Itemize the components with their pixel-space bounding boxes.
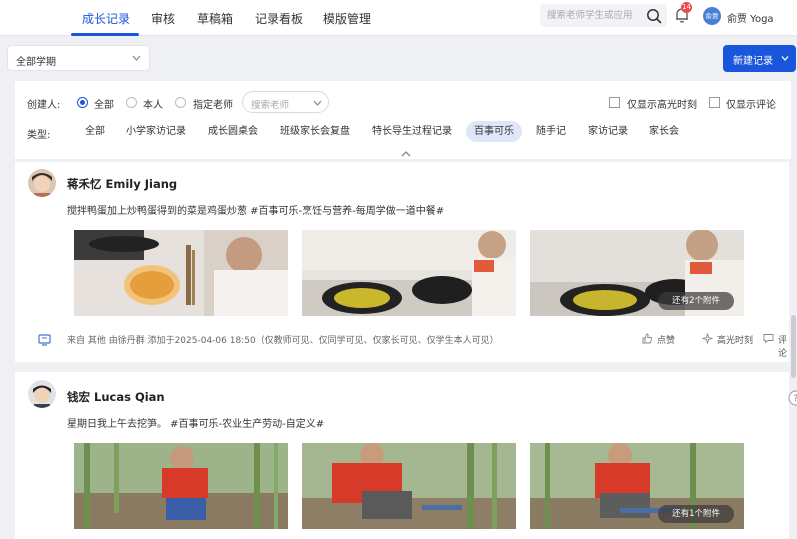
user-avatar[interactable]: 俞贾 <box>703 7 721 25</box>
term-select-value: 全部学期 <box>16 57 56 68</box>
student-name[interactable]: 钱宏 Lucas Qian <box>67 389 165 405</box>
tab-drafts[interactable]: 草稿箱 <box>197 10 233 27</box>
type-label: 类型: <box>27 130 51 141</box>
more-attachments-badge[interactable]: 还有2个附件 <box>658 292 734 310</box>
like-label: 点赞 <box>657 336 676 346</box>
type-tag-talent-mentor-record[interactable]: 特长导生过程记录 <box>372 121 452 142</box>
type-tag-growth-roundtable[interactable]: 成长圆桌会 <box>208 121 258 142</box>
record-photo[interactable] <box>74 230 288 316</box>
global-search-input[interactable] <box>547 8 642 23</box>
highlight-label: 高光时刻 <box>717 336 754 346</box>
chevron-down-icon <box>781 56 789 61</box>
only-highlights-label[interactable]: 仅显示高光时刻 <box>627 96 697 111</box>
filter-panel: 创建人: 全部 本人 指定老师 搜索老师 仅显示高光时刻 仅显示评论 类型: 全… <box>15 81 791 159</box>
record-photo[interactable] <box>302 443 516 529</box>
record-photo[interactable]: 还有2个附件 <box>530 230 744 316</box>
teacher-search-placeholder: 搜索老师 <box>251 100 290 111</box>
highlight-button[interactable]: 高光时刻 <box>702 333 754 346</box>
radio-creator-teacher[interactable] <box>175 97 186 108</box>
help-icon[interactable]: ? <box>787 390 797 406</box>
highlights-checkbox[interactable] <box>609 97 620 108</box>
chevron-down-icon <box>313 100 322 106</box>
teacher-search-select[interactable]: 搜索老师 <box>242 91 329 113</box>
creator-option-self[interactable]: 本人 <box>143 96 163 111</box>
global-search[interactable] <box>540 4 667 27</box>
source-icon <box>38 334 51 346</box>
student-name[interactable]: 蒋禾忆 Emily Jiang <box>67 176 177 192</box>
tab-template-management[interactable]: 模版管理 <box>323 10 371 27</box>
sparkle-icon <box>702 333 713 344</box>
record-photo[interactable]: 还有1个附件 <box>530 443 744 529</box>
top-nav: 成长记录 审核 草稿箱 记录看板 模版管理 14 俞贾 俞贾 Yoga <box>0 0 797 36</box>
thumbs-up-icon <box>642 333 652 344</box>
tab-growth-records[interactable]: 成长记录 <box>82 10 130 27</box>
chevron-down-icon <box>132 55 141 61</box>
type-tag-pepsi[interactable]: 百事可乐 <box>466 121 522 142</box>
record-card: 钱宏 Lucas Qian 星期日我上午去挖笋。 #百事可乐-农业生产劳动-自定… <box>15 372 789 539</box>
radio-creator-all[interactable] <box>77 97 88 108</box>
term-select[interactable]: 全部学期 <box>7 45 150 71</box>
more-attachments-badge[interactable]: 还有1个附件 <box>658 505 734 523</box>
comments-checkbox[interactable] <box>709 97 720 108</box>
scrollbar-thumb[interactable] <box>791 315 796 378</box>
tab-record-board[interactable]: 记录看板 <box>255 10 303 27</box>
creator-label: 创建人: <box>27 100 61 111</box>
comment-icon <box>763 334 774 344</box>
active-tab-indicator <box>71 33 139 36</box>
creator-option-all[interactable]: 全部 <box>94 96 114 111</box>
avatar[interactable] <box>28 169 56 197</box>
like-button[interactable]: 点赞 <box>642 333 676 346</box>
record-card: 蒋禾忆 Emily Jiang 搅拌鸭蛋加上炒鸭蛋得到的菜是鸡蛋炒葱 #百事可乐… <box>15 162 789 362</box>
record-photo[interactable] <box>302 230 516 316</box>
only-comments-label[interactable]: 仅显示评论 <box>726 96 776 111</box>
type-tag-home-visit[interactable]: 家访记录 <box>588 121 628 142</box>
comment-button[interactable]: 评论 <box>763 333 789 359</box>
record-meta: 来自 其他 由徐丹群 添加于2025-04-06 18:50（仅教师可见、仅同学… <box>67 336 499 346</box>
type-tag-class-parent-meeting-review[interactable]: 班级家长会复盘 <box>280 121 350 142</box>
new-record-label: 新建记录 <box>733 56 773 67</box>
user-name[interactable]: 俞贾 Yoga <box>727 10 774 25</box>
radio-creator-self[interactable] <box>126 97 137 108</box>
creator-option-teacher[interactable]: 指定老师 <box>193 96 233 111</box>
new-record-button[interactable]: 新建记录 <box>723 45 796 72</box>
chevron-up-icon[interactable] <box>401 151 411 157</box>
type-tag-quick-notes[interactable]: 随手记 <box>536 121 566 142</box>
comment-label: 评论 <box>778 336 788 359</box>
tab-review[interactable]: 审核 <box>151 10 175 27</box>
type-tag-all[interactable]: 全部 <box>85 121 105 142</box>
avatar[interactable] <box>28 380 56 408</box>
record-content: 星期日我上午去挖笋。 #百事可乐-农业生产劳动-自定义# <box>67 419 325 430</box>
svg-text:?: ? <box>794 394 797 404</box>
record-content: 搅拌鸭蛋加上炒鸭蛋得到的菜是鸡蛋炒葱 #百事可乐-烹饪与营养-每周学做一道中餐# <box>67 206 445 217</box>
notification-badge: 14 <box>681 2 692 13</box>
type-tag-primary-home-visit[interactable]: 小学家访记录 <box>126 121 186 142</box>
type-tag-parent-meeting[interactable]: 家长会 <box>649 121 679 142</box>
record-photo[interactable] <box>74 443 288 529</box>
search-icon[interactable] <box>646 8 662 24</box>
